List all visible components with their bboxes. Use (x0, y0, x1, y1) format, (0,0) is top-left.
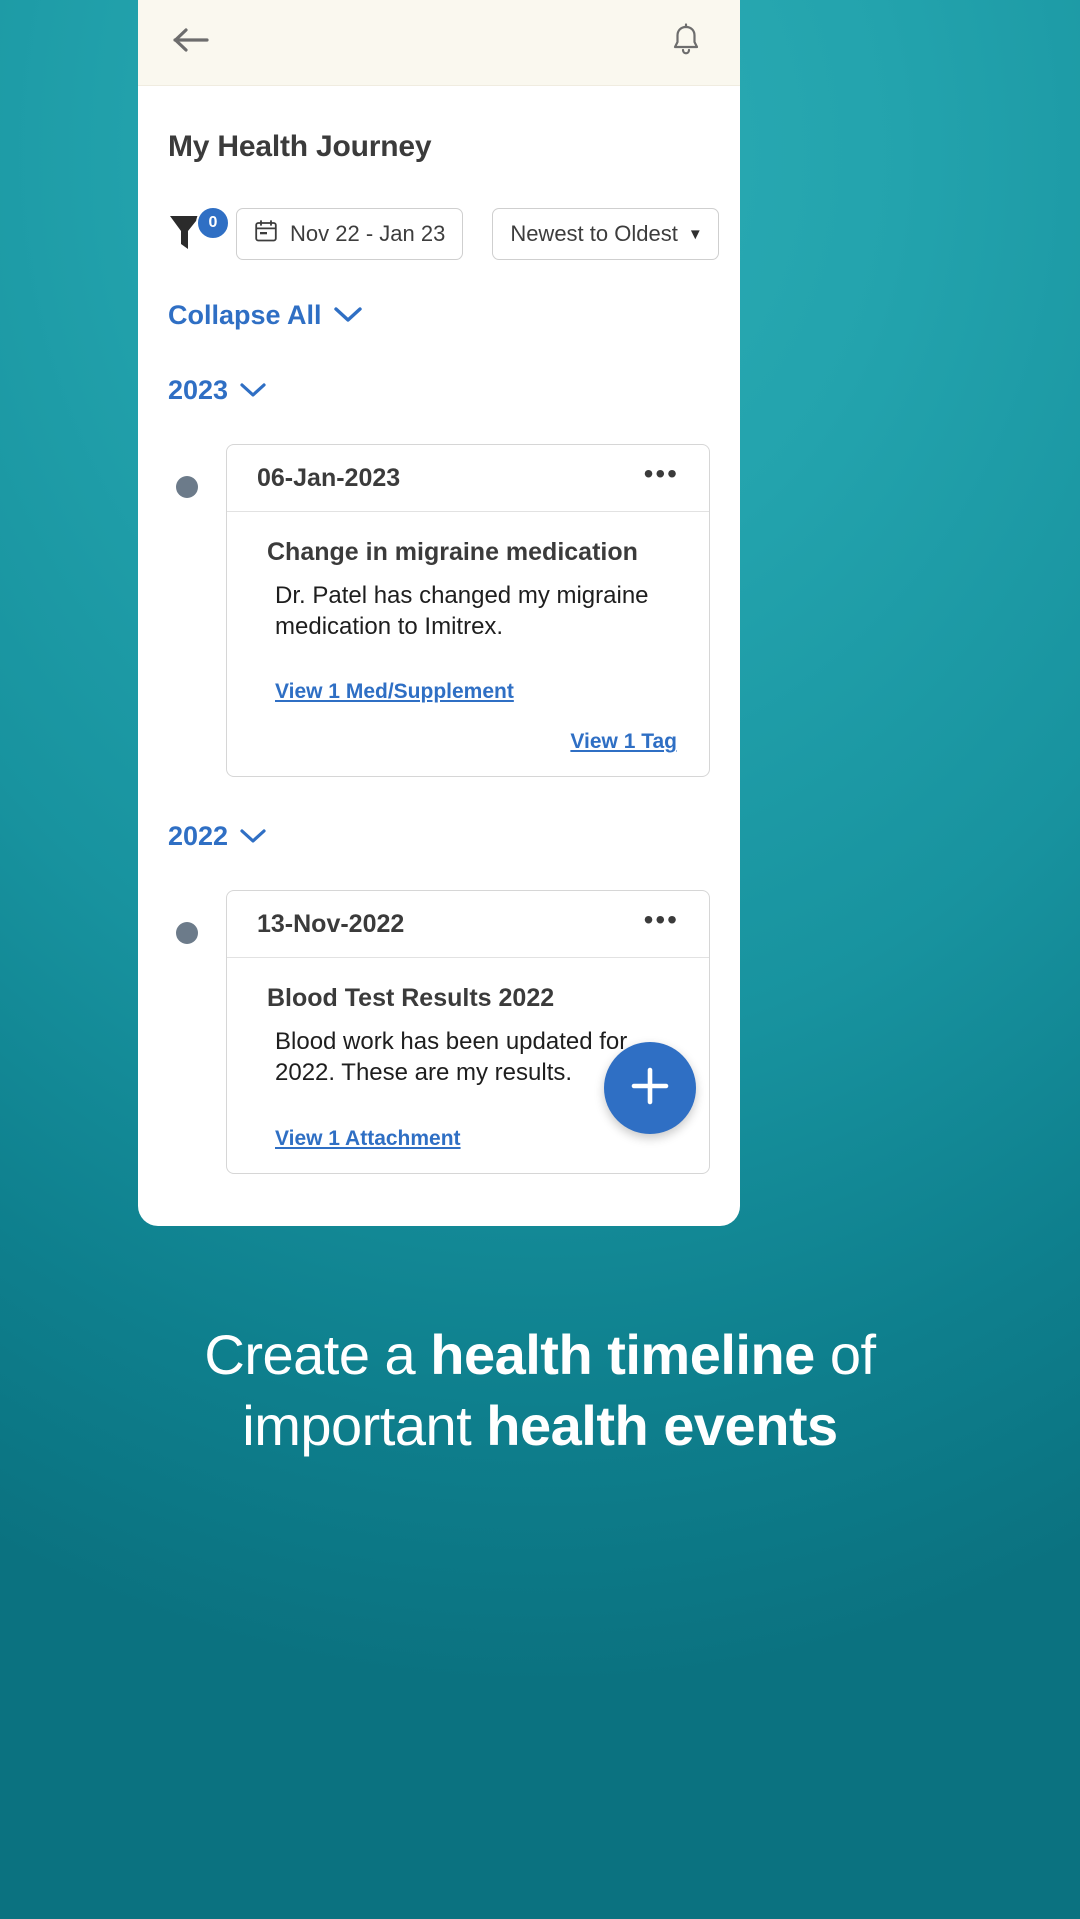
year-label: 2022 (168, 821, 229, 852)
back-button[interactable] (168, 19, 216, 67)
timeline-dot (176, 476, 198, 498)
year-header-2023[interactable]: 2023 (138, 331, 740, 406)
promo-caption-line2: important health events (70, 1391, 1010, 1462)
caption-line1-a: Create a (204, 1323, 431, 1386)
event-card-body: Change in migraine medication Dr. Patel … (227, 512, 709, 776)
app-bar (138, 0, 740, 86)
arrow-left-icon (172, 24, 212, 61)
date-range-chip[interactable]: Nov 22 - Jan 23 (236, 208, 464, 260)
promo-caption-line1: Create a health timeline of (70, 1320, 1010, 1391)
sort-label: Newest to Oldest (510, 221, 678, 246)
caption-line2-b: health events (486, 1393, 838, 1457)
chevron-down-icon: ▼ (687, 225, 703, 243)
collapse-all-button[interactable]: Collapse All (138, 260, 740, 331)
promo-caption: Create a health timeline of important he… (0, 1320, 1080, 1461)
chevron-down-icon (239, 821, 267, 852)
event-overflow-menu-icon[interactable]: ••• (640, 460, 683, 493)
caption-line1-b: health timeline (430, 1323, 815, 1386)
filter-button[interactable]: 0 (168, 206, 230, 260)
caption-line1-c: of (814, 1323, 876, 1386)
notification-bell-icon (671, 23, 701, 62)
sort-dropdown[interactable]: Newest to Oldest ▼ (492, 208, 719, 260)
filter-row: 0 Nov 22 - Jan 23 Newest to Oldest ▼ (138, 164, 740, 260)
timeline-event: 06-Jan-2023 ••• Change in migraine medic… (138, 406, 740, 778)
event-date: 06-Jan-2023 (257, 463, 401, 492)
timeline-dot (176, 922, 198, 945)
event-card-header: 06-Jan-2023 ••• (227, 445, 709, 512)
event-card-header: 13-Nov-2022 ••• (227, 891, 709, 959)
phone-screen: My Health Journey 0 Nov 22 - Jan 23 Newe… (138, 0, 740, 1226)
chevron-down-icon (239, 375, 267, 406)
filter-count-badge: 0 (196, 206, 230, 240)
year-header-2022[interactable]: 2022 (138, 777, 740, 852)
notifications-button[interactable] (662, 19, 710, 67)
year-label: 2023 (168, 375, 229, 405)
calendar-icon (254, 219, 278, 249)
view-tags-link[interactable]: View 1 Tag (570, 730, 677, 754)
plus-icon (627, 1063, 673, 1114)
page-title: My Health Journey (168, 130, 432, 163)
event-date: 13-Nov-2022 (257, 909, 405, 938)
event-title: Change in migraine medication (267, 538, 638, 566)
collapse-all-label: Collapse All (168, 300, 322, 330)
event-card[interactable]: 06-Jan-2023 ••• Change in migraine medic… (226, 444, 710, 778)
event-description: Dr. Patel has changed my migraine medica… (275, 582, 649, 640)
view-meds-link[interactable]: View 1 Med/Supplement (275, 680, 514, 704)
view-attachment-link[interactable]: View 1 Attachment (275, 1127, 461, 1151)
date-range-label: Nov 22 - Jan 23 (290, 221, 446, 246)
caption-line2-a: important (242, 1393, 487, 1457)
event-overflow-menu-icon[interactable]: ••• (640, 906, 683, 939)
chevron-down-icon (333, 300, 363, 331)
add-event-fab[interactable] (604, 1042, 696, 1134)
event-title: Blood Test Results 2022 (267, 984, 555, 1013)
